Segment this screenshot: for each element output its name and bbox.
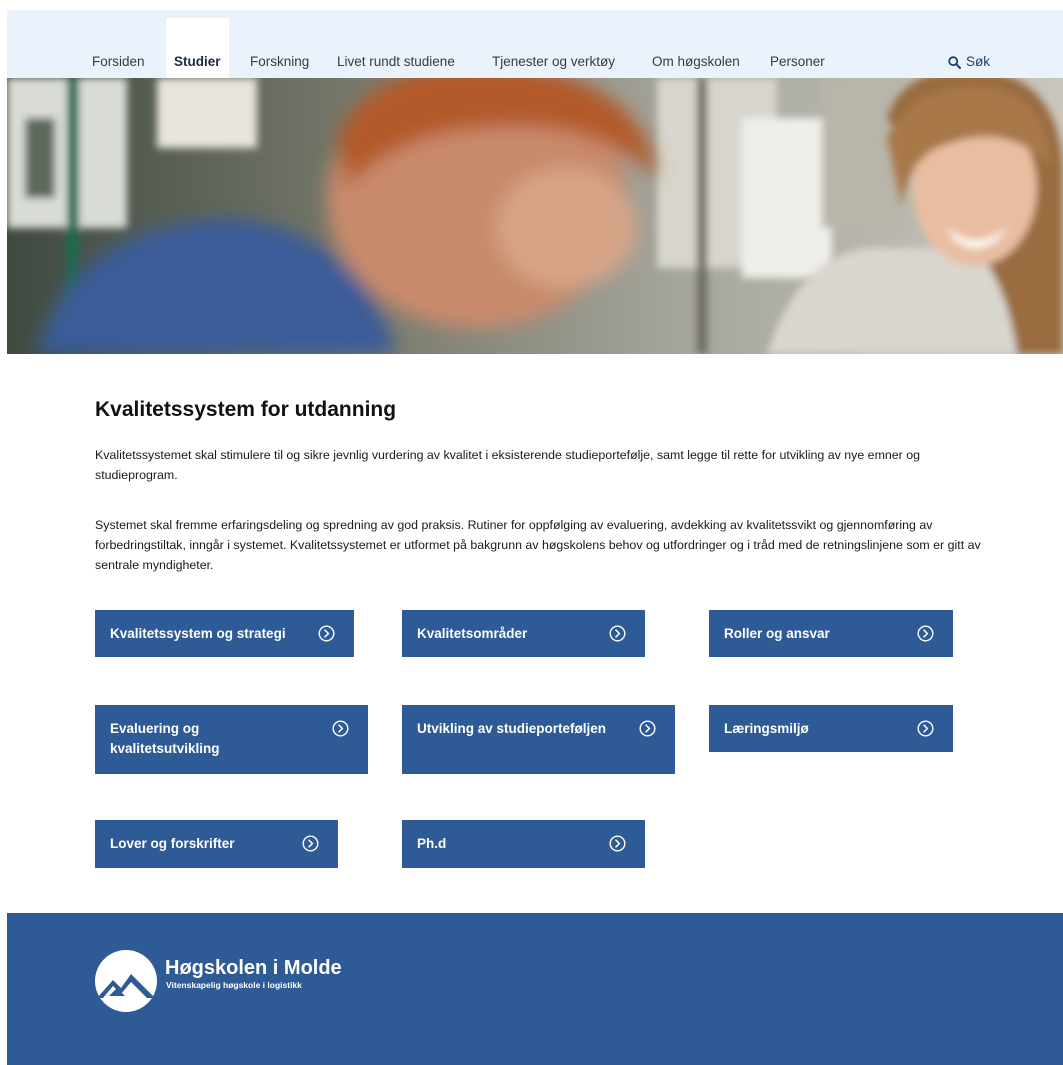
search-icon [948, 55, 961, 69]
nav-item-forsiden[interactable]: Forsiden [92, 54, 145, 70]
card-label: Utvikling av studieporteføljen [417, 721, 607, 736]
nav-item-studier[interactable]: Studier [166, 18, 229, 78]
nav-item-tjenester-og-verktoy[interactable]: Tjenester og verktøy [492, 54, 615, 70]
search-label: Søk [965, 54, 990, 69]
card-label: Ph.d [417, 836, 447, 851]
card-lover-og-forskrifter[interactable]: Lover og forskrifter [95, 820, 338, 868]
intro-paragraph: Kvalitetssystemet skal stimulere til og … [95, 448, 921, 482]
hero-image [7, 78, 1063, 354]
card-phd[interactable]: Ph.d [402, 820, 645, 868]
card-label: Lover og forskrifter [110, 836, 235, 851]
card-laeringsmiljo[interactable]: Læringsmiljø [709, 705, 953, 752]
card-evaluering-og-kvalitetsutvikling[interactable]: Evaluering og kvalitetsutvikling [95, 705, 368, 774]
arrow-circle-right-icon [318, 625, 335, 642]
card-label: Kvalitetssystem og strategi [110, 626, 286, 641]
nav-item-om-hogskolen[interactable]: Om høgskolen [652, 54, 740, 70]
search-button[interactable]: Søk [948, 54, 990, 70]
card-label: Evaluering og kvalitetsutvikling [110, 721, 220, 756]
main-navigation: Forsiden Studier Forskning Livet rundt s… [7, 10, 1063, 78]
arrow-circle-right-icon [917, 720, 934, 737]
card-label: Roller og ansvar [724, 626, 830, 641]
site-footer: Høgskolen i Molde Vitenskapelig høgskole… [7, 913, 1063, 1065]
card-label: Kvalitetsområder [417, 626, 528, 641]
nav-item-forskning[interactable]: Forskning [250, 54, 309, 70]
card-label: Læringsmiljø [724, 721, 809, 736]
card-kvalitetsomrader[interactable]: Kvalitetsområder [402, 610, 645, 657]
arrow-circle-right-icon [302, 835, 319, 852]
nav-item-personer[interactable]: Personer [770, 54, 825, 70]
mountain-logo-icon [95, 950, 157, 1012]
nav-item-livet-rundt-studiene[interactable]: Livet rundt studiene [337, 54, 455, 70]
footer-logo-tagline: Vitenskapelig høgskole i logistikk [166, 980, 302, 990]
nav-item-studier-label: Studier [174, 54, 221, 69]
card-kvalitetssystem-og-strategi[interactable]: Kvalitetssystem og strategi [95, 610, 354, 657]
arrow-circle-right-icon [639, 720, 656, 737]
arrow-circle-right-icon [609, 625, 626, 642]
arrow-circle-right-icon [332, 720, 349, 737]
arrow-circle-right-icon [609, 835, 626, 852]
arrow-circle-right-icon [917, 625, 934, 642]
page: Forsiden Studier Forskning Livet rundt s… [0, 0, 1063, 1065]
card-utvikling-av-studieportefoljen[interactable]: Utvikling av studieporteføljen [402, 705, 675, 774]
footer-logo-name: Høgskolen i Molde [165, 957, 342, 979]
page-title: Kvalitetssystem for utdanning [95, 398, 397, 421]
card-roller-og-ansvar[interactable]: Roller og ansvar [709, 610, 953, 657]
hero-photo-illustration [7, 78, 1063, 354]
description-paragraph: Systemet skal fremme erfaringsdeling og … [95, 518, 981, 572]
